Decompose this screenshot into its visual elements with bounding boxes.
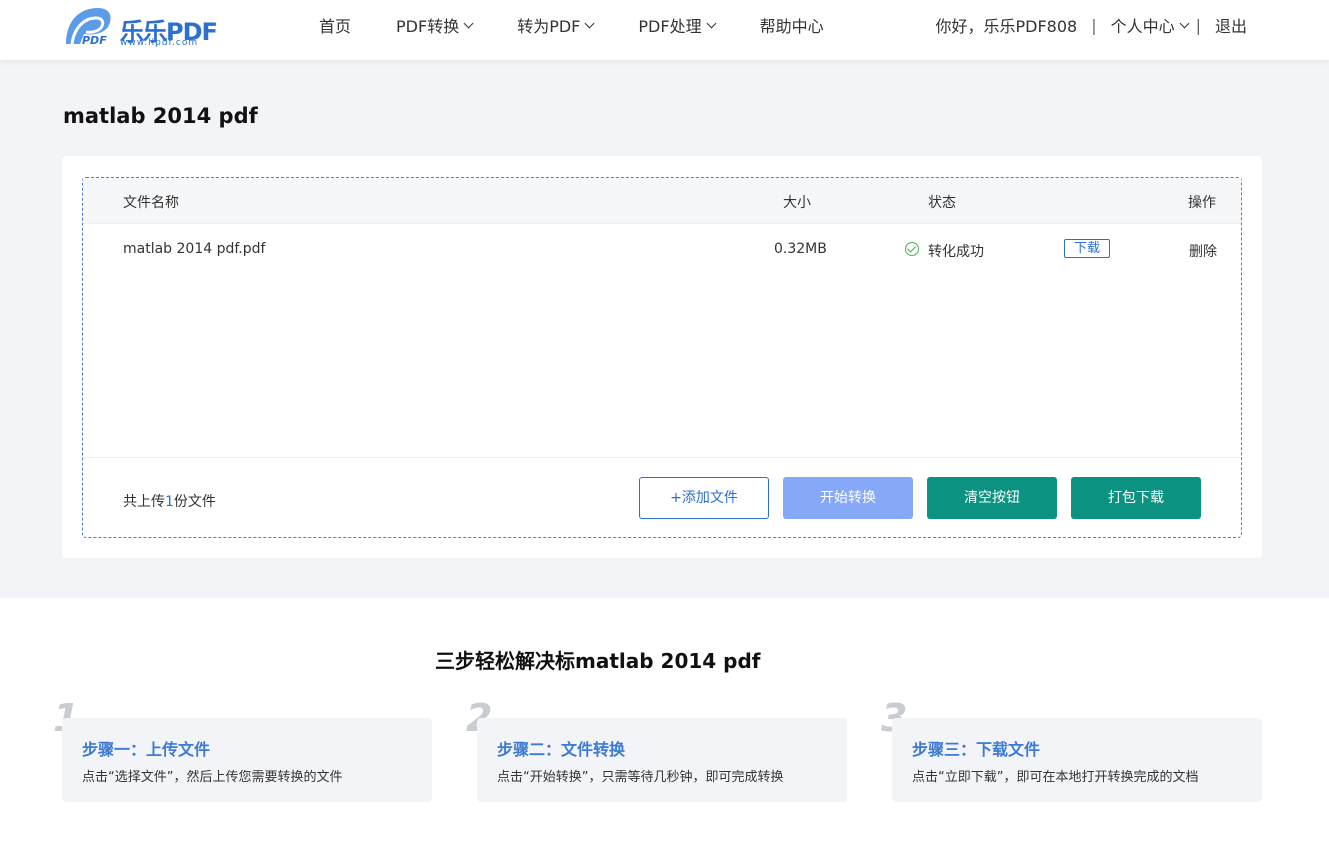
divider: | xyxy=(1195,15,1201,35)
count-prefix: 共上传 xyxy=(123,494,165,510)
step-heading: 步骤三：下载文件 xyxy=(912,740,1041,759)
divider: | xyxy=(1091,15,1097,35)
divider xyxy=(83,457,1241,458)
svg-text:PDF: PDF xyxy=(82,34,107,47)
nav-help-label: 帮助中心 xyxy=(759,17,824,36)
file-name: matlab 2014 pdf.pdf xyxy=(123,241,266,257)
top-header: PDF 乐乐PDF www.llpdf.com 首页 PDF转换 转为PDF P… xyxy=(0,0,1329,60)
nav-to-pdf-label: 转为PDF xyxy=(517,17,581,36)
col-name: 文件名称 xyxy=(123,195,179,211)
logo-icon: PDF xyxy=(66,8,111,47)
nav-help[interactable]: 帮助中心 xyxy=(760,13,824,37)
pack-download-button[interactable]: 打包下载 xyxy=(1071,477,1201,519)
nav-pdf-process[interactable]: PDF处理 xyxy=(638,13,717,37)
nav-home[interactable]: 首页 xyxy=(319,13,351,37)
count-suffix: 份文件 xyxy=(173,494,216,510)
col-size: 大小 xyxy=(783,195,811,211)
step-text: 点击“选择文件”，然后上传您需要转换的文件 xyxy=(82,770,343,785)
add-file-button[interactable]: +添加文件 xyxy=(639,477,769,519)
table-row: matlab 2014 pdf.pdf 0.32MB 转化成功 下载 删除 xyxy=(83,224,1241,274)
delete-link[interactable]: 删除 xyxy=(1189,241,1217,261)
page-title: matlab 2014 pdf xyxy=(63,104,258,128)
logo[interactable]: PDF 乐乐PDF www.llpdf.com xyxy=(62,6,222,48)
user-center-link[interactable]: 个人中心 xyxy=(1110,13,1190,37)
nav-home-label: 首页 xyxy=(319,17,352,36)
user-area: 你好，乐乐PDF808 | 个人中心 | 退出 xyxy=(935,0,1247,50)
user-greeting: 你好，乐乐PDF808 xyxy=(935,17,1078,36)
start-convert-button[interactable]: 开始转换 xyxy=(783,477,913,519)
upload-count: 共上传1份文件 xyxy=(123,491,216,511)
file-status: 转化成功 xyxy=(928,244,984,260)
step-heading: 步骤一：上传文件 xyxy=(82,740,211,759)
logout-link[interactable]: 退出 xyxy=(1215,13,1247,37)
chevron-down-icon xyxy=(706,18,717,28)
check-circle-icon xyxy=(905,242,919,256)
step-card: 步骤一：上传文件 点击“选择文件”，然后上传您需要转换的文件 xyxy=(62,718,432,802)
user-center-label: 个人中心 xyxy=(1110,17,1175,36)
step-text: 点击“立即下载”，即可在本地打开转换完成的文档 xyxy=(912,770,1199,785)
logo-url: www.llpdf.com xyxy=(120,38,199,48)
nav-pdf-process-label: PDF处理 xyxy=(638,17,702,36)
main-nav: 首页 PDF转换 转为PDF PDF处理 帮助中心 xyxy=(319,0,869,50)
chevron-down-icon xyxy=(463,18,474,28)
file-size: 0.32MB xyxy=(774,241,827,257)
chevron-down-icon xyxy=(1179,18,1190,28)
step-heading: 步骤二：文件转换 xyxy=(497,740,626,759)
col-action: 操作 xyxy=(1188,195,1216,211)
steps-title: 三步轻松解决标matlab 2014 pdf xyxy=(435,649,761,673)
clear-button[interactable]: 清空按钮 xyxy=(927,477,1057,519)
col-status: 状态 xyxy=(928,195,956,211)
nav-pdf-convert[interactable]: PDF转换 xyxy=(396,13,474,37)
table-header: 文件名称 大小 状态 操作 xyxy=(83,178,1241,224)
chevron-down-icon xyxy=(584,18,595,28)
nav-to-pdf[interactable]: 转为PDF xyxy=(517,13,595,37)
step-card: 步骤二：文件转换 点击“开始转换”，只需等待几秒钟，即可完成转换 xyxy=(477,718,847,802)
step-text: 点击“开始转换”，只需等待几秒钟，即可完成转换 xyxy=(497,770,784,785)
step-card: 步骤三：下载文件 点击“立即下载”，即可在本地打开转换完成的文档 xyxy=(892,718,1262,802)
count-value: 1 xyxy=(165,494,174,510)
download-button[interactable]: 下载 xyxy=(1064,239,1110,258)
nav-pdf-convert-label: PDF转换 xyxy=(396,17,460,36)
